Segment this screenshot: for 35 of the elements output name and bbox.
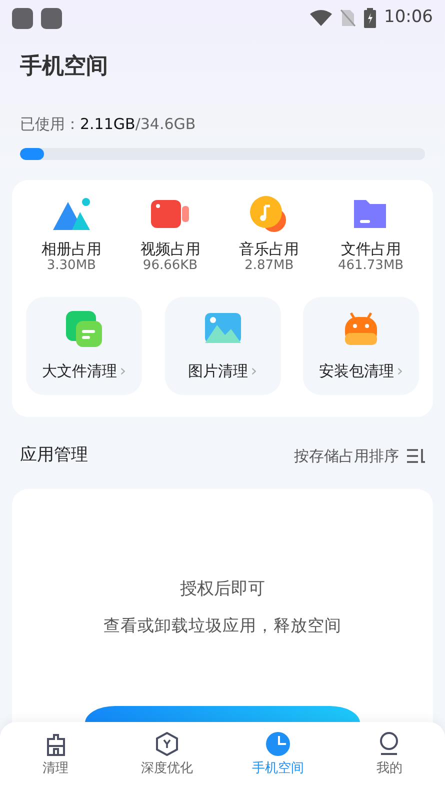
battery-icon [364, 8, 376, 28]
usage-label: 文件占用 [340, 240, 401, 258]
hexagon-icon [154, 732, 179, 756]
empty-description: 查看或卸载垃圾应用，释放空间 [104, 615, 342, 638]
notification-icon [41, 8, 62, 28]
notification-icon [12, 8, 33, 28]
section-title: 应用管理 [20, 444, 88, 468]
sort-icon [407, 448, 425, 464]
documents-icon [64, 309, 104, 348]
nav-tab[interactable]: 深度优化 [111, 732, 222, 792]
cleanup-tile[interactable]: 图片清理 › [164, 297, 280, 396]
nav-tab[interactable]: 我的 [334, 732, 445, 792]
chevron-icon: › [120, 359, 126, 384]
usage-size: 3.30MB [46, 258, 96, 274]
nav-tab[interactable]: 清理 [0, 732, 112, 792]
chevron-icon: › [250, 359, 258, 384]
usage-size: 2.87MB [244, 258, 294, 274]
usage-size: 461.73MB [338, 258, 404, 274]
usage-size: 96.66KB [142, 258, 198, 274]
wifi-icon [310, 9, 332, 27]
usage-label: 相册占用 [41, 240, 102, 258]
chevron-icon: › [396, 359, 404, 384]
tile-label: 安装包清理 [318, 360, 394, 382]
no-sim-icon [340, 9, 356, 27]
page-title: 手机空间 [20, 53, 109, 81]
cleanup-tile[interactable]: 大文件清理 › [26, 297, 142, 396]
sort-button[interactable]: 按存储占用排序 [294, 444, 425, 468]
tile-label: 图片清理 [188, 360, 248, 382]
clock-text: 10:06 [384, 6, 433, 30]
tile-label: 大文件清理 [42, 360, 117, 382]
empty-message: 授权后即可 [180, 578, 265, 601]
storage-usage-text: 已使用：2.11GB/34.6GB [20, 114, 197, 135]
usage-label: 音乐占用 [239, 240, 300, 258]
usage-label: 视频占用 [140, 240, 200, 258]
cleanup-tile[interactable]: 安装包清理 › [303, 297, 419, 396]
